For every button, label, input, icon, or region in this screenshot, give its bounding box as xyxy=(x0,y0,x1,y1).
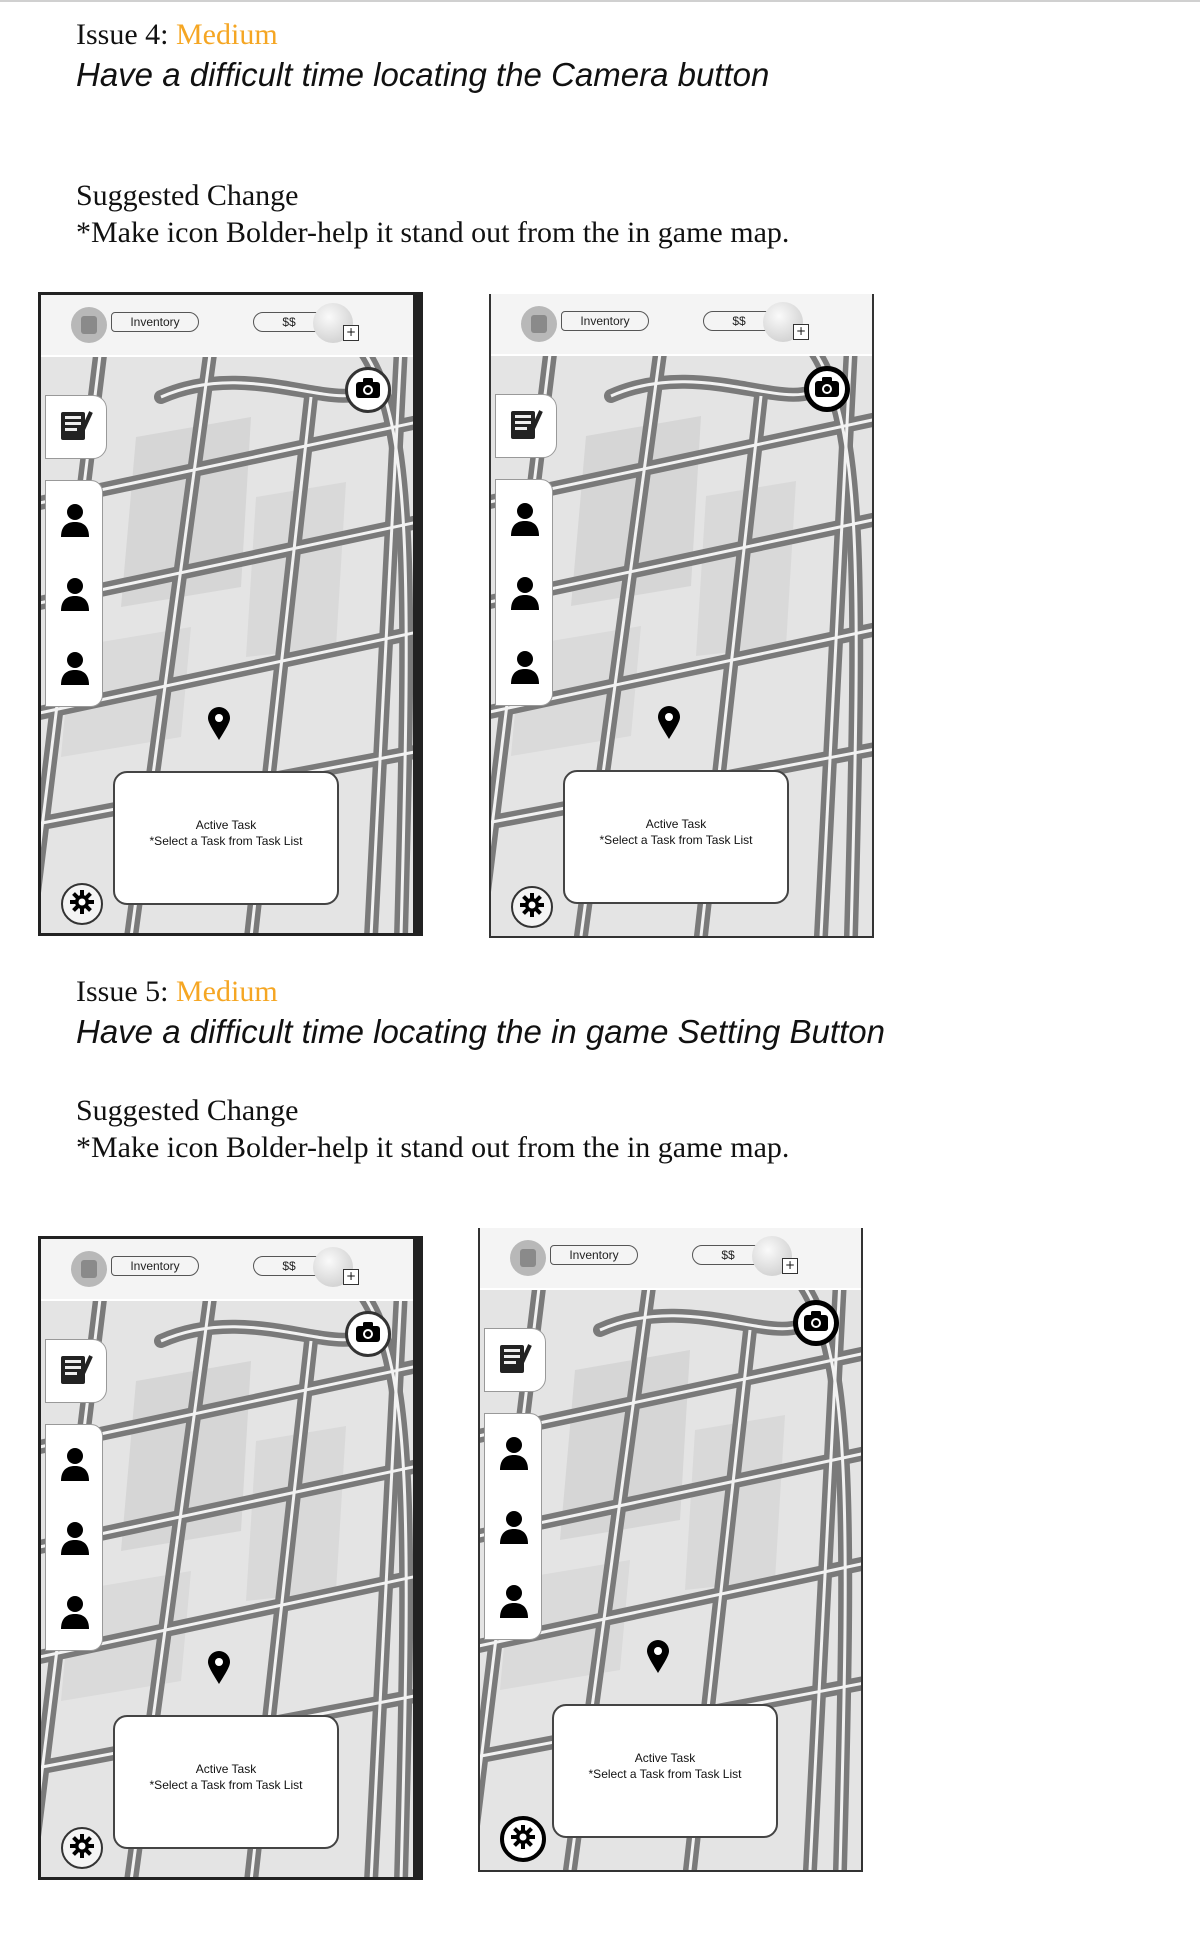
person-icon[interactable] xyxy=(499,1510,529,1546)
suggested-change-text: *Make icon Bolder-help it stand out from… xyxy=(76,1131,790,1164)
task-list-icon xyxy=(59,1352,93,1391)
suggested-change-heading: Suggested Change xyxy=(76,1094,299,1127)
person-icon[interactable] xyxy=(499,1584,529,1620)
person-icon[interactable] xyxy=(60,503,90,539)
settings-button[interactable] xyxy=(511,886,553,928)
inventory-bag-icon[interactable] xyxy=(521,306,557,342)
task-list-icon xyxy=(498,1341,532,1380)
active-task-title: Active Task xyxy=(634,1751,696,1765)
inventory-button[interactable]: Inventory xyxy=(550,1245,638,1265)
mockup-issue4-after: Inventory $$ + Active Task *Select a Task fr… xyxy=(489,294,874,938)
camera-button[interactable] xyxy=(804,366,850,412)
issue-5-heading: Issue 5: Medium xyxy=(76,975,278,1009)
active-task-title: Active Task xyxy=(195,1762,257,1776)
person-icon[interactable] xyxy=(60,1521,90,1557)
inventory-button[interactable]: Inventory xyxy=(111,1256,199,1276)
active-task-panel[interactable]: Active Task *Select a Task from Task List xyxy=(113,771,339,905)
task-list-icon xyxy=(509,407,543,446)
settings-button[interactable] xyxy=(500,1816,546,1862)
active-task-title: Active Task xyxy=(645,817,707,831)
person-icon[interactable] xyxy=(499,1436,529,1472)
person-icon[interactable] xyxy=(510,650,540,686)
inventory-button[interactable]: Inventory xyxy=(111,312,199,332)
issue-4-suggestion: Suggested Change *Make icon Bolder-help … xyxy=(76,177,789,251)
camera-icon xyxy=(814,376,840,403)
friends-sidebar xyxy=(45,1424,103,1651)
active-task-title: Active Task xyxy=(195,818,257,832)
suggested-change-text: *Make icon Bolder-help it stand out from… xyxy=(76,216,790,249)
location-pin-icon xyxy=(646,1640,670,1674)
severity-label: Medium xyxy=(176,975,278,1008)
friends-sidebar xyxy=(45,480,103,707)
plus-icon[interactable]: + xyxy=(782,1258,798,1274)
person-icon[interactable] xyxy=(60,577,90,613)
top-bar: Inventory $$ + xyxy=(41,295,413,355)
inventory-bag-icon[interactable] xyxy=(71,1251,107,1287)
person-icon[interactable] xyxy=(60,1447,90,1483)
issue-5-suggestion: Suggested Change *Make icon Bolder-help … xyxy=(76,1092,789,1166)
active-task-panel[interactable]: Active Task *Select a Task from Task List xyxy=(113,1715,339,1849)
settings-gear-icon xyxy=(70,1833,94,1863)
active-task-hint: *Select a Task from Task List xyxy=(588,1767,742,1781)
suggested-change-heading: Suggested Change xyxy=(76,179,299,212)
plus-icon[interactable]: + xyxy=(343,1269,359,1285)
active-task-hint: *Select a Task from Task List xyxy=(599,833,753,847)
task-list-button[interactable] xyxy=(45,1339,107,1403)
task-list-button[interactable] xyxy=(45,395,107,459)
person-icon[interactable] xyxy=(510,502,540,538)
inventory-bag-icon[interactable] xyxy=(71,307,107,343)
camera-button[interactable] xyxy=(793,1300,839,1346)
mockup-issue4-before: Inventory $$ + Active Task *Select a Task fr… xyxy=(38,292,423,936)
active-task-hint: *Select a Task from Task List xyxy=(149,1778,303,1792)
camera-button[interactable] xyxy=(345,1311,391,1357)
camera-icon xyxy=(803,1310,829,1337)
top-bar: Inventory $$ + xyxy=(41,1239,413,1299)
settings-gear-icon xyxy=(70,889,94,919)
plus-icon[interactable]: + xyxy=(343,325,359,341)
top-bar: Inventory $$ + xyxy=(491,294,872,354)
camera-icon xyxy=(355,1321,381,1348)
severity-label: Medium xyxy=(176,18,278,51)
task-list-button[interactable] xyxy=(484,1328,546,1392)
friends-sidebar xyxy=(484,1413,542,1640)
top-bar: Inventory $$ + xyxy=(480,1228,861,1288)
camera-button[interactable] xyxy=(345,367,391,413)
task-list-icon xyxy=(59,408,93,447)
settings-gear-icon xyxy=(520,892,544,922)
mockup-issue5-after: Inventory $$ + Active Task *Select a Task fr… xyxy=(478,1228,863,1872)
inventory-bag-icon[interactable] xyxy=(510,1240,546,1276)
location-pin-icon xyxy=(657,706,681,740)
issue-4-heading: Issue 4: Medium xyxy=(76,18,278,52)
settings-button[interactable] xyxy=(61,883,103,925)
active-task-panel[interactable]: Active Task *Select a Task from Task List xyxy=(552,1704,778,1838)
plus-icon[interactable]: + xyxy=(793,324,809,340)
mockup-issue5-before: Inventory $$ + Active Task *Select a Task fr… xyxy=(38,1236,423,1880)
issue-5-description: Have a difficult time locating the in ga… xyxy=(76,1013,885,1050)
inventory-button[interactable]: Inventory xyxy=(561,311,649,331)
location-pin-icon xyxy=(207,1651,231,1685)
person-icon[interactable] xyxy=(60,1595,90,1631)
issue-label: Issue 5: xyxy=(76,975,176,1008)
settings-button[interactable] xyxy=(61,1827,103,1869)
location-pin-icon xyxy=(207,707,231,741)
issue-label: Issue 4: xyxy=(76,18,176,51)
issue-4-description: Have a difficult time locating the Camer… xyxy=(76,56,770,93)
active-task-panel[interactable]: Active Task *Select a Task from Task List xyxy=(563,770,789,904)
person-icon[interactable] xyxy=(510,576,540,612)
task-list-button[interactable] xyxy=(495,394,557,458)
camera-icon xyxy=(355,377,381,404)
active-task-hint: *Select a Task from Task List xyxy=(149,834,303,848)
person-icon[interactable] xyxy=(60,651,90,687)
settings-gear-icon xyxy=(511,1824,535,1854)
page-top-rule xyxy=(0,0,1200,2)
friends-sidebar xyxy=(495,479,553,706)
